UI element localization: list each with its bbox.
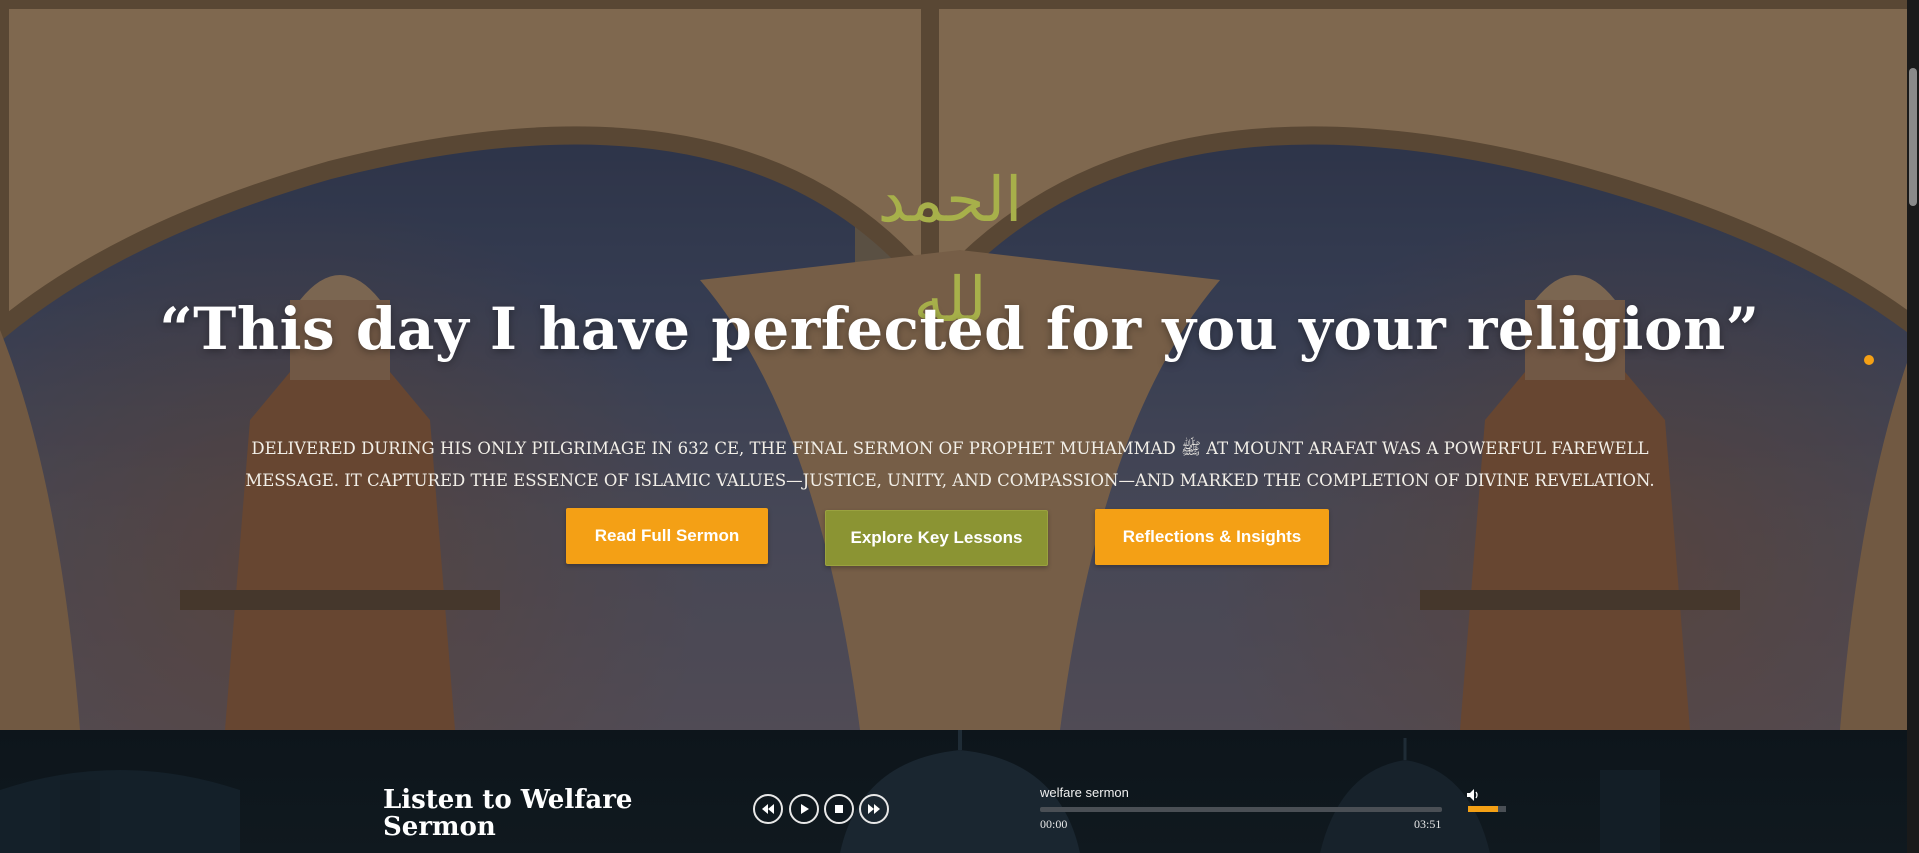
progress-bar[interactable] bbox=[1040, 807, 1442, 812]
audio-player-bar: Listen to Welfare Sermon bbox=[0, 730, 1919, 853]
stop-icon bbox=[835, 805, 843, 813]
calligraphy-logo: الحمد لله bbox=[877, 163, 1023, 336]
reflections-insights-button[interactable]: Reflections & Insights bbox=[1095, 509, 1329, 565]
hero-description: Delivered during his only pilgrimage in … bbox=[245, 439, 1655, 490]
stop-button[interactable] bbox=[824, 794, 854, 824]
rewind-button[interactable] bbox=[753, 794, 783, 824]
track-title: welfare sermon bbox=[1040, 785, 1129, 800]
total-time: 03:51 bbox=[1414, 817, 1442, 831]
forward-button[interactable] bbox=[859, 794, 889, 824]
play-icon bbox=[801, 804, 809, 814]
hero-headline: “This day I have perfected for you your … bbox=[159, 295, 1760, 363]
hero-section: الحمد لله “This day I have perfected for… bbox=[0, 0, 1919, 730]
slider-dot[interactable] bbox=[1864, 355, 1874, 365]
audio-bar-background bbox=[0, 730, 1660, 853]
play-button[interactable] bbox=[789, 794, 819, 824]
volume-fill bbox=[1468, 806, 1499, 812]
audio-section-title: Listen to Welfare Sermon bbox=[383, 785, 633, 842]
read-full-sermon-button[interactable]: Read Full Sermon bbox=[566, 508, 768, 564]
rewind-icon bbox=[762, 804, 774, 814]
volume-icon[interactable] bbox=[1467, 789, 1481, 801]
scrollbar-thumb[interactable] bbox=[1909, 68, 1917, 206]
current-time: 00:00 bbox=[1040, 817, 1068, 831]
volume-slider[interactable] bbox=[1468, 806, 1506, 812]
page-scrollbar[interactable] bbox=[1907, 0, 1919, 853]
hero-dark-overlay bbox=[0, 0, 1919, 730]
forward-icon bbox=[868, 804, 880, 814]
explore-key-lessons-button[interactable]: Explore Key Lessons bbox=[825, 510, 1048, 566]
